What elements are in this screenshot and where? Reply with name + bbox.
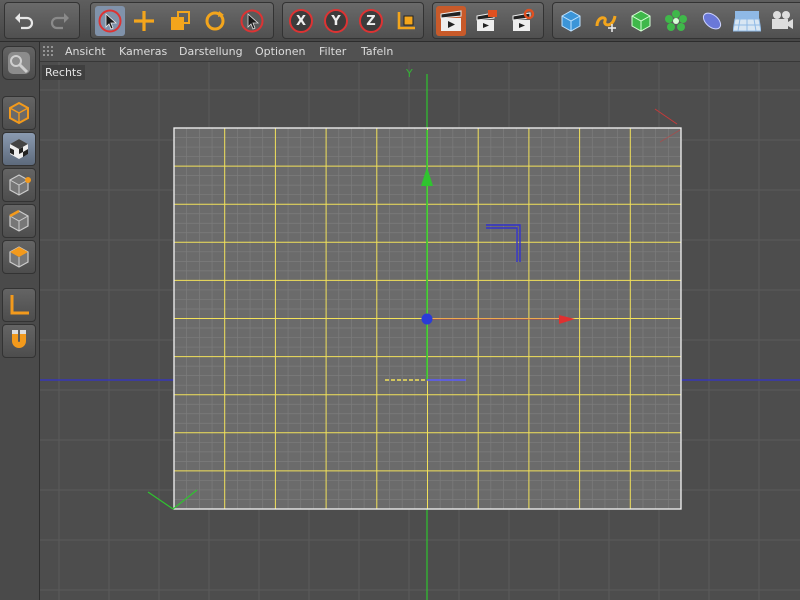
nurbs-object-button[interactable] <box>626 6 656 36</box>
viewport-canvas[interactable] <box>40 62 800 600</box>
clapper-icon <box>440 10 462 31</box>
array-object-button[interactable] <box>661 6 691 36</box>
deformer-icon <box>702 12 722 30</box>
points-cube-icon <box>9 174 31 196</box>
points-mode-button[interactable] <box>2 168 36 202</box>
coordinate-system-icon <box>397 12 415 30</box>
move-icon <box>134 11 154 31</box>
make-editable-icon <box>8 52 30 74</box>
model-cube-icon <box>9 101 29 125</box>
cursor-icon <box>240 9 264 33</box>
axis-lock-group: X Y Z <box>282 2 424 39</box>
left-toolbar <box>0 42 40 600</box>
move-tool-button[interactable] <box>129 6 159 36</box>
rotate-icon <box>205 11 225 31</box>
menu-kameras[interactable]: Kameras <box>119 45 167 58</box>
menu-filter[interactable]: Filter <box>319 45 346 58</box>
undo-button[interactable] <box>9 6 39 36</box>
viewport-right[interactable]: Rechts Y <box>40 62 800 600</box>
x-axis-lock-button[interactable]: X <box>286 6 316 36</box>
model-mode-button[interactable] <box>2 96 36 130</box>
texture-mode-button[interactable] <box>2 132 36 166</box>
render-view-button[interactable] <box>436 6 466 36</box>
rotate-tool-button[interactable] <box>200 6 230 36</box>
make-editable-button[interactable] <box>2 46 36 80</box>
undo-icon <box>15 13 34 30</box>
snap-button[interactable] <box>2 324 36 358</box>
objects-group <box>552 2 800 39</box>
spline-pen-icon <box>595 15 617 32</box>
redo-icon <box>50 13 69 30</box>
floor-icon <box>733 11 761 32</box>
last-tool-button[interactable] <box>237 6 267 36</box>
checker-cube-icon <box>10 139 28 159</box>
menubar-grip-icon[interactable] <box>42 45 54 58</box>
deformer-object-button[interactable] <box>697 6 727 36</box>
menu-optionen[interactable]: Optionen <box>255 45 305 58</box>
menu-tafeln[interactable]: Tafeln <box>361 45 393 58</box>
menu-ansicht[interactable]: Ansicht <box>65 45 106 58</box>
pivot-point[interactable] <box>421 313 433 325</box>
cube-object-button[interactable] <box>556 6 586 36</box>
axis-mode-button[interactable] <box>2 288 36 322</box>
y-axis-lock-button[interactable]: Y <box>321 6 351 36</box>
clapper-settings-icon <box>512 8 535 31</box>
array-icon <box>665 10 687 31</box>
redo-button[interactable] <box>45 6 75 36</box>
menu-darstellung[interactable]: Darstellung <box>179 45 243 58</box>
render-picture-viewer-button[interactable] <box>472 6 502 36</box>
cube-icon <box>561 10 581 32</box>
scale-tool-button[interactable] <box>165 6 195 36</box>
scale-icon <box>171 11 190 30</box>
live-selection-button[interactable] <box>95 6 125 36</box>
edges-mode-button[interactable] <box>2 204 36 238</box>
camera-object-button[interactable] <box>767 6 797 36</box>
polygons-cube-icon <box>9 246 29 268</box>
render-group <box>432 2 544 39</box>
y-axis-label: Y <box>331 13 341 29</box>
view-label: Rechts <box>42 65 85 80</box>
viewport-menubar: Ansicht Kameras Darstellung Optionen Fil… <box>40 42 800 62</box>
tools-group <box>90 2 274 39</box>
spline-object-button[interactable] <box>591 6 621 36</box>
z-axis-label: Z <box>366 13 376 29</box>
selection-cursor-icon <box>98 9 122 33</box>
main-toolbar: X Y Z <box>0 0 800 42</box>
edges-cube-icon <box>9 209 29 232</box>
subdivision-icon <box>631 10 651 32</box>
scene-floor-button[interactable] <box>732 6 762 36</box>
y-axis-label: Y <box>406 67 413 80</box>
magnet-icon <box>12 330 26 348</box>
polygons-mode-button[interactable] <box>2 240 36 274</box>
x-axis-label: X <box>295 13 307 29</box>
camera-icon <box>772 11 793 29</box>
clapper-render-icon <box>476 10 497 31</box>
render-settings-button[interactable] <box>508 6 538 36</box>
undo-redo-group <box>4 2 80 39</box>
axis-l-icon <box>10 295 29 315</box>
z-axis-lock-button[interactable]: Z <box>356 6 386 36</box>
coordinate-system-button[interactable] <box>391 6 421 36</box>
